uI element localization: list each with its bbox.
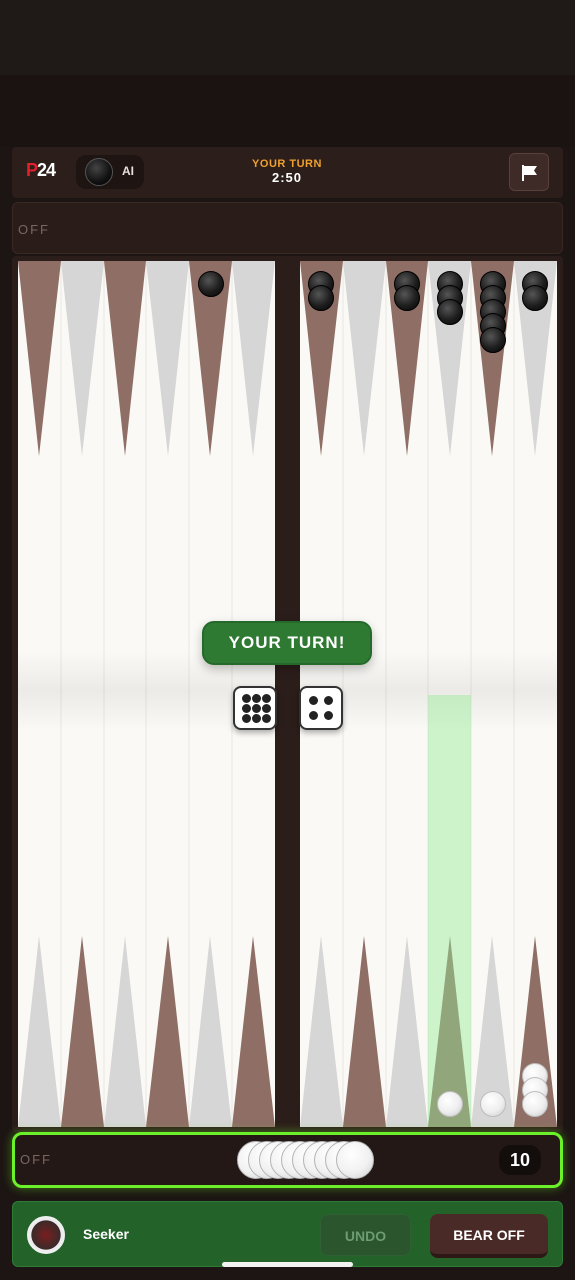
flag-icon (522, 165, 537, 181)
point-bottom-8[interactable] (343, 936, 386, 1127)
status-bar (0, 0, 575, 75)
opponent-label: AI (122, 164, 134, 178)
turn-timer: 2:50 (271, 170, 303, 185)
black-checker[interactable] (308, 285, 334, 311)
black-checker[interactable] (522, 285, 548, 311)
your-turn-banner: YOUR TURN! (202, 621, 372, 665)
backgammon-board (12, 256, 563, 1132)
die-six[interactable] (233, 686, 277, 730)
off-tray-bottom-label: OFF (20, 1152, 52, 1167)
player-name: Seeker (83, 1226, 129, 1242)
black-checker[interactable] (437, 299, 463, 325)
opponent-indicator: AI (76, 155, 144, 189)
bear-off-button[interactable]: BEAR OFF (430, 1214, 548, 1258)
home-indicator[interactable] (222, 1262, 353, 1267)
board-bar (275, 261, 300, 1127)
turn-label: YOUR TURN (252, 158, 322, 170)
point-bottom-6[interactable] (232, 936, 275, 1127)
white-checker[interactable] (437, 1091, 463, 1117)
point-bottom-4[interactable] (146, 936, 189, 1127)
player-footer: Seeker UNDO BEAR OFF (12, 1201, 563, 1267)
point-top-8[interactable] (343, 261, 386, 456)
point-top-6[interactable] (232, 261, 275, 456)
point-bottom-5[interactable] (189, 936, 232, 1127)
game-header: P24 AI YOUR TURN 2:50 (12, 147, 563, 198)
top-spacer (0, 75, 575, 147)
borne-off-stack (237, 1141, 377, 1181)
point-top-2[interactable] (61, 261, 104, 456)
avatar[interactable] (27, 1216, 65, 1254)
black-checker[interactable] (480, 327, 506, 353)
point-bottom-3[interactable] (104, 936, 146, 1127)
point-top-1[interactable] (18, 261, 61, 456)
opponent-checker-icon (85, 158, 113, 186)
app-logo: P24 (26, 160, 56, 181)
white-checker[interactable] (480, 1091, 506, 1117)
point-top-3[interactable] (104, 261, 146, 456)
point-bottom-1[interactable] (18, 936, 61, 1127)
borne-off-checker (336, 1141, 374, 1179)
logo-suffix: 24 (37, 160, 56, 180)
point-top-4[interactable] (146, 261, 189, 456)
point-bottom-7[interactable] (300, 936, 343, 1127)
black-checker[interactable] (198, 271, 224, 297)
off-tray-top: OFF (12, 202, 563, 254)
logo-prefix: P (26, 160, 38, 180)
black-checker[interactable] (394, 285, 420, 311)
white-checker[interactable] (522, 1091, 548, 1117)
off-tray-bottom[interactable]: OFF 10 (12, 1132, 563, 1188)
point-bottom-9[interactable] (386, 936, 428, 1127)
off-tray-top-label: OFF (18, 222, 50, 237)
move-target-highlight[interactable] (428, 695, 471, 1127)
undo-button[interactable]: UNDO (320, 1214, 411, 1256)
resign-flag-button[interactable] (509, 153, 549, 191)
borne-off-count-badge: 10 (499, 1145, 541, 1175)
point-bottom-2[interactable] (61, 936, 104, 1127)
die-four[interactable] (299, 686, 343, 730)
